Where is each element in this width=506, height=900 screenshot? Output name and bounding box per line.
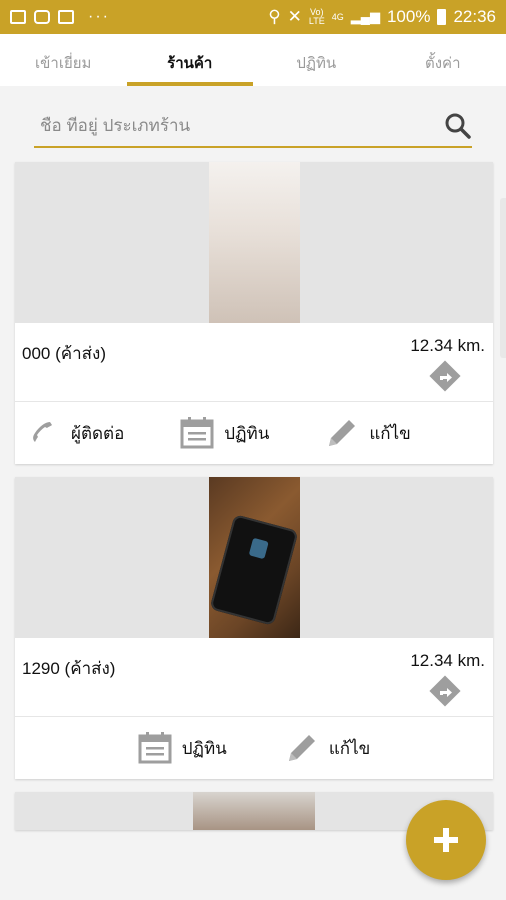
- calendar-icon: [138, 732, 172, 764]
- search-input[interactable]: [34, 116, 444, 136]
- tab-calendar[interactable]: ปฏิทิน: [253, 34, 380, 86]
- status-bar: ··· ⚲ ✕ Vo) LTE 4G ▂▄▆ 100% 22:36: [0, 0, 506, 34]
- more-notifications-icon: ···: [88, 8, 110, 25]
- plus-icon: [434, 828, 458, 852]
- clock: 22:36: [453, 7, 496, 26]
- battery-percent: 100%: [386, 7, 431, 26]
- directions-icon[interactable]: [429, 675, 461, 707]
- store-distance: 12.34 km.: [410, 651, 485, 670]
- contact-button[interactable]: ผู้ติดต่อ: [27, 416, 124, 450]
- scrollbar[interactable]: [500, 198, 506, 358]
- search-icon[interactable]: [444, 112, 472, 140]
- store-photo[interactable]: [208, 162, 300, 323]
- store-name: 000 (ค้าส่ง): [22, 344, 107, 363]
- directions-icon[interactable]: [429, 360, 461, 392]
- store-name: 1290 (ค้าส่ง): [22, 659, 116, 678]
- location-icon: ⚲: [268, 7, 281, 26]
- edit-label: แก้ไข: [328, 738, 371, 758]
- volte-indicator: Vo) LTE: [308, 7, 325, 26]
- pencil-icon: [288, 735, 315, 761]
- store-photo-area: [15, 162, 493, 323]
- store-distance: 12.34 km.: [410, 336, 485, 355]
- tab-settings[interactable]: ตั้งค่า: [380, 34, 506, 86]
- pencil-icon: [329, 420, 356, 446]
- battery-icon: [437, 9, 447, 25]
- add-store-button[interactable]: [406, 800, 486, 880]
- calendar-label: ปฏิทิน: [181, 738, 227, 758]
- edit-label: แก้ไข: [369, 423, 411, 443]
- contact-label: ผู้ติดต่อ: [71, 423, 125, 443]
- edit-button[interactable]: แก้ไข: [285, 731, 370, 765]
- calendar-button[interactable]: ปฏิทิน: [180, 416, 269, 450]
- calendar-icon: [180, 417, 214, 449]
- mute-icon: ✕: [287, 7, 302, 26]
- flipboard-icon: [58, 10, 74, 24]
- store-card[interactable]: 000 (ค้าส่ง) 12.34 km. ผู้ติดต่อ ปฏิทิน …: [15, 162, 493, 464]
- store-photo-area: [15, 477, 493, 638]
- calendar-button[interactable]: ปฏิทิน: [138, 731, 227, 765]
- search-bar: [34, 106, 472, 148]
- calendar-label: ปฏิทิน: [224, 423, 270, 443]
- signal-icon: ▂▄▆: [350, 9, 380, 24]
- phone-icon: [33, 422, 52, 442]
- gallery-icon: [10, 10, 26, 24]
- network-type: 4G: [331, 11, 344, 22]
- edit-button[interactable]: แก้ไข: [325, 416, 411, 450]
- store-photo[interactable]: [193, 792, 315, 830]
- tab-bar: เข้าเยี่ยม ร้านค้า ปฏิทิน ตั้งค่า: [0, 34, 506, 86]
- store-card[interactable]: 1290 (ค้าส่ง) 12.34 km. ปฏิทิน แก้ไข: [15, 477, 493, 779]
- tab-stores[interactable]: ร้านค้า: [126, 34, 254, 86]
- tab-visit[interactable]: เข้าเยี่ยม: [0, 34, 127, 86]
- store-photo[interactable]: [208, 477, 300, 638]
- youtube-icon: [34, 10, 50, 24]
